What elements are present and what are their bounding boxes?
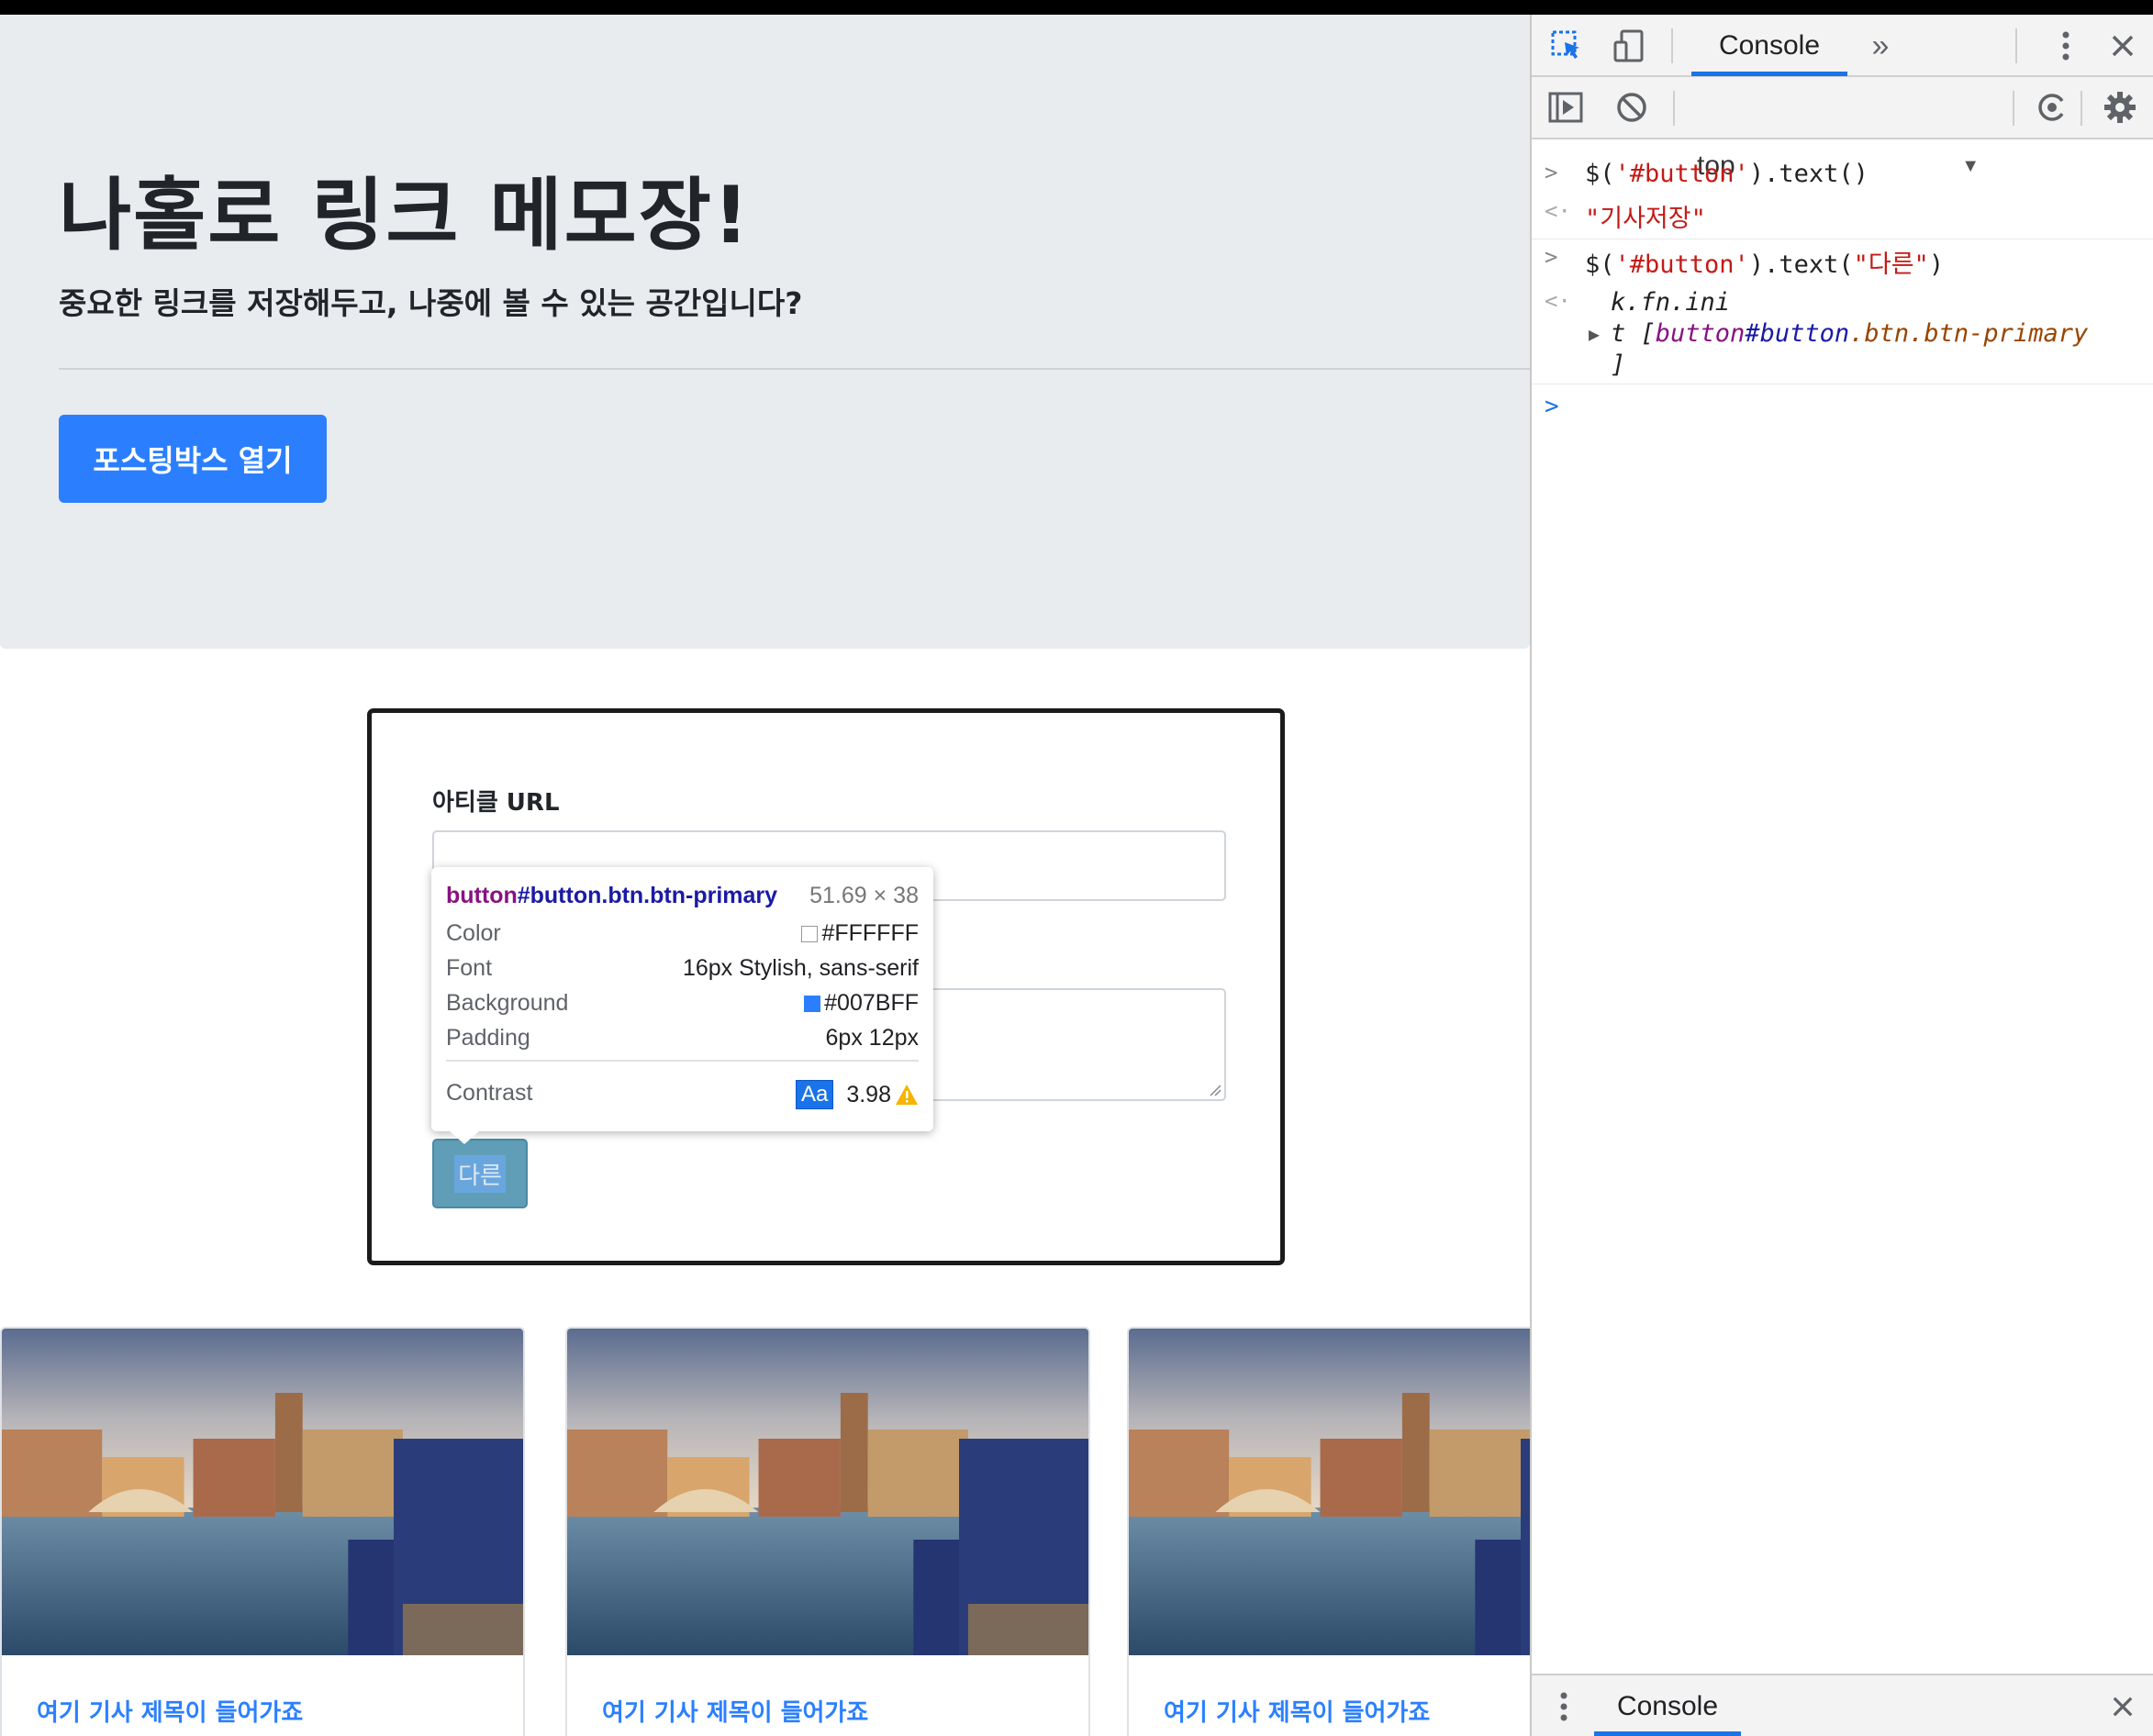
devtools-panel: Console » top ▼ > $('#button').text() <·…	[1530, 15, 2153, 1736]
close-drawer-icon[interactable]	[2104, 1688, 2141, 1725]
card-title[interactable]: 여기 기사 제목이 들어가죠	[1164, 1694, 1430, 1728]
tooltip-row-color: Color #FFFFFF	[446, 920, 919, 951]
tooltip-row-padding: Padding 6px 12px	[446, 1025, 919, 1056]
card-title[interactable]: 여기 기사 제목이 들어가죠	[37, 1694, 303, 1728]
tooltip-key: Contrast	[446, 1080, 533, 1106]
console-tag: button	[1655, 319, 1746, 348]
color-swatch	[801, 925, 819, 942]
console-string: "다른"	[1853, 250, 1929, 279]
console-string: '#button'	[1614, 250, 1749, 279]
prompt-chevron-icon: >	[1545, 393, 1559, 420]
card-title[interactable]: 여기 기사 제목이 들어가죠	[602, 1694, 868, 1728]
toolbar-separator	[1671, 28, 1673, 63]
more-tabs-icon[interactable]: »	[1862, 28, 1899, 64]
contrast-value: 3.98	[846, 1081, 891, 1107]
card-image	[2, 1329, 523, 1655]
contrast-badge: Aa	[795, 1080, 834, 1109]
console-text: ]	[1611, 351, 1626, 379]
article-card[interactable]: 여기 기사 제목이 들어가죠	[565, 1327, 1090, 1736]
devtools-toolbar: Console »	[1532, 15, 2153, 77]
console-output[interactable]: > $('#button').text() <· "기사저장" > $('#bu…	[1532, 141, 2153, 1674]
article-card[interactable]: 여기 기사 제목이 들어가죠	[0, 1327, 525, 1736]
tab-console[interactable]: Console	[1691, 15, 1847, 77]
console-class: .btn.btn-primary	[1849, 319, 2089, 348]
sidebar-toggle-icon[interactable]	[1546, 88, 1585, 127]
console-text: t [	[1611, 319, 1656, 348]
card-image	[1129, 1329, 1530, 1655]
resize-grip-icon[interactable]	[1209, 1084, 1222, 1096]
clear-console-icon[interactable]	[1612, 88, 1651, 127]
gear-icon[interactable]	[2101, 88, 2139, 127]
console-object-line[interactable]: ▶ t [button#button.btn.btn-primary	[1532, 319, 2153, 349]
result-arrow-icon: <·	[1545, 198, 1571, 224]
result-arrow-icon: <·	[1545, 288, 1571, 314]
page-title: 나홀로 링크 메모장!	[59, 170, 752, 262]
tooltip-tag: button	[446, 883, 518, 908]
console-text: ).text(	[1748, 250, 1854, 279]
tooltip-row-background: Background #007BFF	[446, 990, 919, 1021]
submit-button-label: 다른	[454, 1154, 506, 1193]
toolbar-separator	[1673, 91, 1675, 126]
console-input-line: > $('#button').text()	[1532, 160, 2153, 189]
tooltip-value: 16px Stylish, sans-serif	[682, 955, 919, 981]
webpage: 나홀로 링크 메모장! 중요한 링크를 저장해두고, 나중에 볼 수 있는 공간…	[0, 15, 1530, 1736]
console-text: ).text()	[1748, 160, 1869, 188]
kebab-menu-icon[interactable]	[2047, 28, 2084, 64]
console-toolbar: top ▼	[1532, 77, 2153, 181]
tooltip-key: Background	[446, 990, 569, 1016]
console-text: )	[1928, 250, 1945, 279]
tooltip-value: #FFFFFF	[821, 920, 919, 946]
toolbar-separator	[2013, 91, 2014, 126]
expand-triangle-icon[interactable]: ▶	[1589, 323, 1600, 345]
console-result-line: <· k.fn.ini	[1532, 288, 2153, 317]
article-card[interactable]: 여기 기사 제목이 들어가죠	[1127, 1327, 1530, 1736]
submit-button[interactable]: 다른	[432, 1139, 528, 1208]
toolbar-separator	[2015, 28, 2017, 63]
tooltip-value: #007BFF	[824, 990, 919, 1016]
console-text: $(	[1585, 250, 1615, 279]
warning-icon	[896, 1085, 918, 1105]
console-result: k.fn.ini	[1611, 288, 1731, 317]
tooltip-size: 51.69 × 38	[809, 883, 919, 908]
url-label: 아티클 URL	[432, 789, 560, 817]
input-chevron-icon: >	[1545, 160, 1558, 185]
device-toolbar-icon[interactable]	[1611, 28, 1647, 64]
tooltip-key: Color	[446, 920, 501, 946]
element-inspector-tooltip: button#button.btn.btn-primary 51.69 × 38…	[431, 867, 933, 1144]
console-string: '#button'	[1614, 160, 1749, 188]
page-subtitle: 중요한 링크를 저장해두고, 나중에 볼 수 있는 공간입니다?	[59, 285, 803, 321]
tooltip-divider	[446, 1060, 919, 1062]
console-result: "기사저장"	[1585, 205, 1706, 233]
jumbotron: 나홀로 링크 메모장! 중요한 링크를 저장해두고, 나중에 볼 수 있는 공간…	[0, 15, 1530, 649]
tooltip-key: Font	[446, 955, 493, 981]
tooltip-row-contrast: Contrast Aa 3.98	[446, 1080, 919, 1111]
live-expression-icon[interactable]	[2033, 88, 2071, 127]
console-text: $(	[1585, 160, 1615, 188]
input-chevron-icon: >	[1545, 244, 1558, 270]
console-input-line: > $('#button').text("다른")	[1532, 244, 2153, 279]
divider	[59, 368, 1530, 370]
active-tab-indicator	[1691, 72, 1847, 76]
toolbar-separator	[2080, 91, 2082, 126]
tooltip-key: Padding	[446, 1025, 530, 1051]
inspect-element-icon[interactable]	[1548, 28, 1585, 64]
console-object-line: ]	[1532, 351, 2153, 380]
tooltip-row-font: Font 16px Stylish, sans-serif	[446, 955, 919, 986]
active-tab-indicator	[1594, 1731, 1741, 1736]
tooltip-selector-text: #button.btn.btn-primary	[517, 883, 778, 908]
drawer-menu-icon[interactable]	[1550, 1688, 1578, 1725]
close-icon[interactable]	[2104, 28, 2141, 64]
drawer-tab-console[interactable]: Console	[1594, 1675, 1741, 1736]
card-image	[567, 1329, 1088, 1655]
open-posting-box-button[interactable]: 포스팅박스 열기	[59, 415, 327, 503]
devtools-drawer: Console	[1532, 1674, 2153, 1736]
tooltip-selector: button#button.btn.btn-primary	[446, 883, 777, 909]
color-swatch	[804, 995, 821, 1012]
console-result-line: <· "기사저장"	[1532, 198, 2153, 233]
tooltip-value: 6px 12px	[825, 1025, 919, 1051]
window-top-bar	[0, 0, 2153, 15]
console-id: #button	[1745, 319, 1850, 348]
console-prompt-line[interactable]: >	[1532, 393, 2153, 422]
